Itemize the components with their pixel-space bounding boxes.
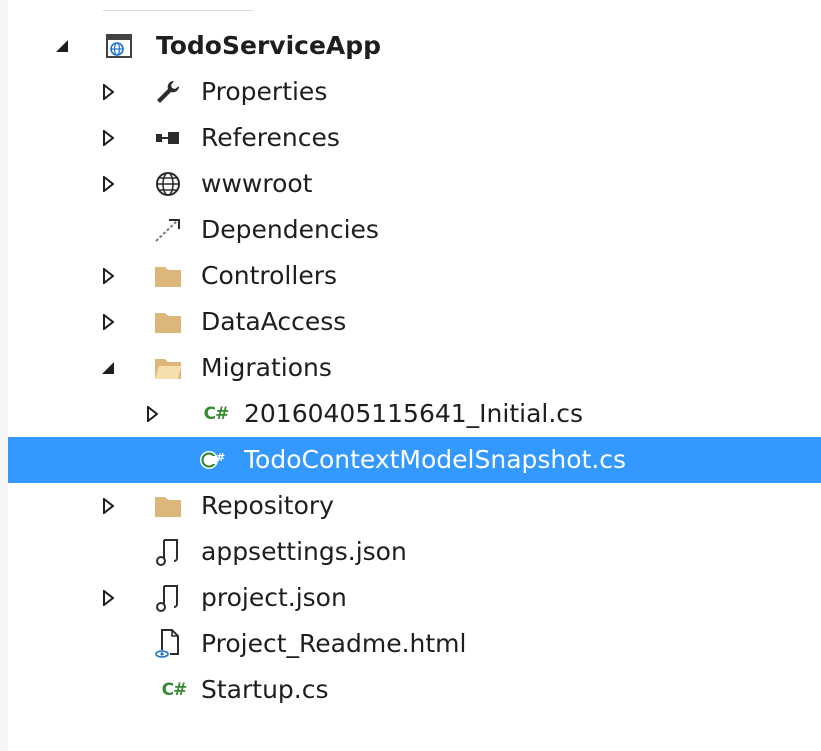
tree-item-label: Repository	[201, 491, 334, 520]
json-file-icon	[148, 575, 188, 621]
tree-item-migrations[interactable]: Migrations	[8, 345, 821, 391]
collapsed-arrow-icon[interactable]	[98, 253, 118, 299]
expanded-arrow-icon[interactable]	[98, 345, 118, 391]
tree-item-controllers[interactable]: Controllers	[8, 253, 821, 299]
expanded-arrow-icon[interactable]	[52, 23, 72, 69]
tree-item-label: project.json	[201, 583, 347, 612]
tree-item-initial-migration[interactable]: C# 20160405115641_Initial.cs	[8, 391, 821, 437]
html-file-icon	[148, 621, 188, 667]
tree-item-label: Controllers	[201, 261, 337, 290]
tree-item-dataaccess[interactable]: DataAccess	[8, 299, 821, 345]
tree-item-label: TodoServiceApp	[156, 31, 382, 60]
folder-icon	[148, 483, 188, 529]
tree-item-references[interactable]: References	[8, 115, 821, 161]
tree-item-repository[interactable]: Repository	[8, 483, 821, 529]
tree-item-model-snapshot[interactable]: # TodoContextModelSnapshot.cs	[8, 437, 821, 483]
tree-item-wwwroot[interactable]: wwwroot	[8, 161, 821, 207]
panel-divider	[103, 0, 253, 11]
tree-item-label: References	[201, 123, 340, 152]
references-icon	[148, 115, 188, 161]
tree-item-dependencies[interactable]: Dependencies	[8, 207, 821, 253]
tree-item-label: Startup.cs	[201, 675, 329, 704]
tree-item-label: TodoContextModelSnapshot.cs	[244, 445, 627, 474]
folder-icon	[148, 299, 188, 345]
tree-item-properties[interactable]: Properties	[8, 69, 821, 115]
collapsed-arrow-icon[interactable]	[98, 161, 118, 207]
tree-item-label: Properties	[201, 77, 328, 106]
tree-item-label: 20160405115641_Initial.cs	[244, 399, 584, 428]
csharp-file-icon: C#	[161, 680, 188, 700]
tree-item-label: Project_Readme.html	[201, 629, 467, 658]
csharp-file-icon: C#	[203, 404, 230, 424]
csharp-class-icon: #	[194, 437, 234, 483]
json-file-icon	[148, 529, 188, 575]
tree-item-project-json[interactable]: project.json	[8, 575, 821, 621]
folder-open-icon	[148, 345, 188, 391]
tree-item-label: appsettings.json	[201, 537, 407, 566]
tree-item-label: wwwroot	[201, 169, 313, 198]
solution-explorer-panel: TodoServiceApp Properties References www…	[8, 0, 821, 751]
tree-item-label: Dependencies	[201, 215, 379, 244]
tree-item-startup[interactable]: C# Startup.cs	[8, 667, 821, 713]
tree-item-label: DataAccess	[201, 307, 347, 336]
globe-icon	[148, 161, 188, 207]
web-project-icon	[99, 23, 139, 69]
svg-text:#: #	[216, 451, 225, 464]
wrench-icon	[148, 69, 188, 115]
tree-item-readme[interactable]: Project_Readme.html	[8, 621, 821, 667]
collapsed-arrow-icon[interactable]	[98, 69, 118, 115]
tree-item-appsettings[interactable]: appsettings.json	[8, 529, 821, 575]
tree-item-label: Migrations	[201, 353, 332, 382]
collapsed-arrow-icon[interactable]	[142, 391, 162, 437]
folder-icon	[148, 253, 188, 299]
collapsed-arrow-icon[interactable]	[98, 483, 118, 529]
dependencies-icon	[148, 207, 188, 253]
collapsed-arrow-icon[interactable]	[98, 299, 118, 345]
collapsed-arrow-icon[interactable]	[98, 115, 118, 161]
tree-item-project[interactable]: TodoServiceApp	[8, 23, 821, 69]
collapsed-arrow-icon[interactable]	[98, 575, 118, 621]
